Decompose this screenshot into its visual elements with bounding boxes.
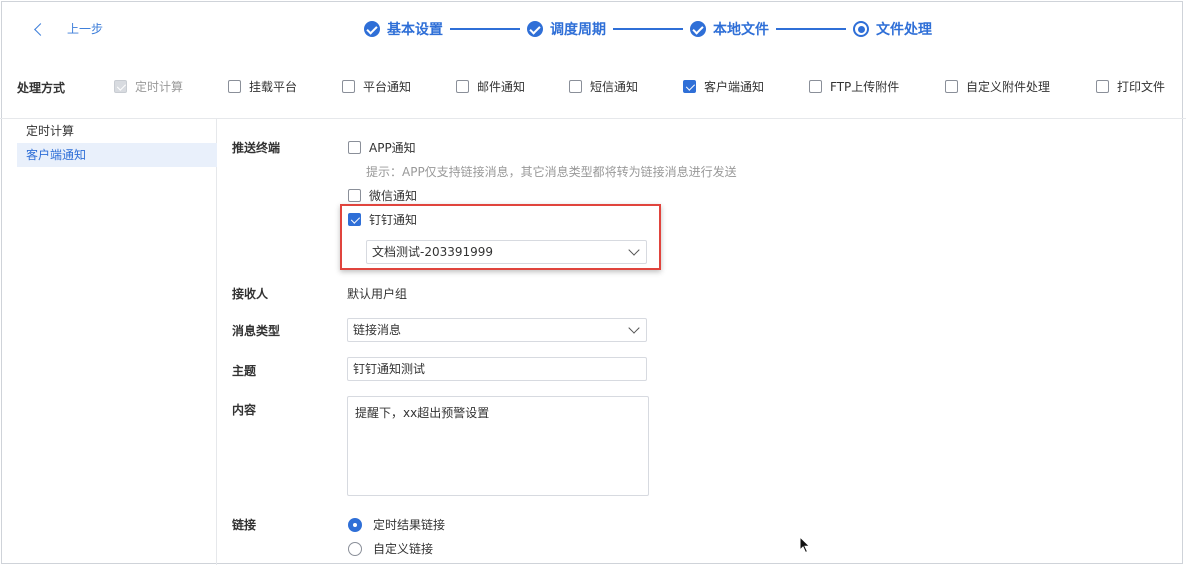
sidebar-item-client-notice[interactable]: 客户端通知 — [17, 143, 217, 167]
step-connector — [450, 28, 520, 30]
push-terminal-label: 推送终端 — [232, 141, 281, 155]
checkbox-email-notice[interactable]: 邮件通知 — [456, 78, 525, 95]
sidebar: 定时计算 客户端通知 — [0, 119, 217, 565]
receiver-value: 默认用户组 — [347, 287, 408, 301]
sidebar-item-scheduled-calc[interactable]: 定时计算 — [17, 119, 217, 143]
app-hint-text: 提示：APP仅支持链接消息，其它消息类型都将转为链接消息进行发送 — [366, 165, 737, 179]
step-schedule-cycle[interactable]: 调度周期 — [527, 19, 606, 39]
checkbox-label: 客户端通知 — [704, 80, 765, 94]
checkbox-label: 短信通知 — [590, 80, 639, 94]
checkbox-checked-icon — [683, 80, 696, 93]
checkbox-icon — [1096, 80, 1109, 93]
step-label: 文件处理 — [876, 22, 932, 38]
subject-input[interactable]: 钉钉通知测试 — [347, 357, 647, 381]
checkbox-custom-attachment[interactable]: 自定义附件处理 — [945, 78, 1050, 95]
checkbox-scheduled-calc[interactable]: 定时计算 — [114, 78, 183, 95]
radio-scheduled-result-link[interactable]: 定时结果链接 — [348, 516, 445, 533]
radio-icon — [348, 541, 362, 556]
checkbox-sms-notice[interactable]: 短信通知 — [569, 78, 638, 95]
checkbox-label: 打印文件 — [1117, 80, 1166, 94]
checkbox-print-file[interactable]: 打印文件 — [1096, 78, 1165, 95]
checkbox-app-notice[interactable]: APP通知 — [348, 139, 416, 156]
receiver-label: 接收人 — [232, 287, 269, 301]
subject-value: 钉钉通知测试 — [353, 362, 426, 376]
checkbox-icon — [348, 189, 361, 202]
step-connector — [613, 28, 683, 30]
checkbox-label: 微信通知 — [369, 189, 418, 203]
checkbox-label: APP通知 — [369, 141, 416, 155]
chevron-down-icon — [628, 244, 640, 256]
chevron-left-icon — [34, 22, 47, 36]
back-label: 上一步 — [67, 22, 104, 36]
checkbox-label: FTP上传附件 — [830, 80, 900, 94]
checkbox-client-notice[interactable]: 客户端通知 — [683, 78, 764, 95]
checkbox-label: 平台通知 — [363, 80, 412, 94]
content-label: 内容 — [232, 403, 257, 417]
radio-label: 自定义链接 — [373, 542, 434, 556]
check-circle-icon — [364, 21, 380, 37]
step-local-file[interactable]: 本地文件 — [690, 19, 769, 39]
checkbox-icon — [342, 80, 355, 93]
check-circle-icon — [527, 21, 543, 37]
checkbox-wechat-notice[interactable]: 微信通知 — [348, 187, 417, 204]
step-label: 本地文件 — [713, 22, 769, 38]
checkbox-label: 自定义附件处理 — [966, 80, 1051, 94]
link-label: 链接 — [232, 518, 257, 532]
dingtalk-group-select[interactable]: 文档测试-203391999 — [366, 240, 647, 264]
mouse-pointer-icon — [799, 536, 811, 554]
checkbox-platform-notice[interactable]: 平台通知 — [342, 78, 411, 95]
checkbox-label: 定时计算 — [135, 80, 184, 94]
radio-selected-icon — [348, 517, 362, 532]
check-circle-icon — [690, 21, 706, 37]
checkbox-icon — [945, 80, 958, 93]
current-step-icon — [853, 21, 869, 37]
processing-method-label: 处理方式 — [17, 81, 66, 95]
back-button[interactable]: 上一步 — [34, 20, 104, 37]
checkbox-checked-disabled-icon — [114, 80, 127, 93]
content-value: 提醒下，xx超出预警设置 — [355, 406, 490, 420]
checkbox-ftp-upload[interactable]: FTP上传附件 — [809, 78, 899, 95]
step-basic-settings[interactable]: 基本设置 — [364, 19, 443, 39]
message-type-label: 消息类型 — [232, 324, 281, 338]
message-type-select[interactable]: 链接消息 — [347, 318, 647, 342]
dingtalk-group-value: 文档测试-203391999 — [372, 245, 494, 259]
radio-custom-link[interactable]: 自定义链接 — [348, 540, 433, 557]
step-file-processing[interactable]: 文件处理 — [853, 19, 932, 39]
subject-label: 主题 — [232, 364, 257, 378]
step-progress: 基本设置 调度周期 本地文件 文件处理 — [364, 19, 932, 39]
checkbox-icon — [456, 80, 469, 93]
checkbox-icon — [348, 141, 361, 154]
message-type-value: 链接消息 — [353, 323, 402, 337]
checkbox-icon — [569, 80, 582, 93]
radio-label: 定时结果链接 — [373, 518, 446, 532]
checkbox-checked-icon — [348, 213, 361, 226]
content-textarea[interactable]: 提醒下，xx超出预警设置 — [347, 396, 649, 496]
checkbox-label: 邮件通知 — [477, 80, 526, 94]
step-label: 调度周期 — [550, 22, 606, 38]
checkbox-mount-platform[interactable]: 挂载平台 — [228, 78, 297, 95]
step-connector — [776, 28, 846, 30]
processing-method-row: 处理方式 定时计算 挂载平台 平台通知 邮件通知 短信通知 客户端通知 FTP上… — [0, 78, 1186, 96]
checkbox-icon — [228, 80, 241, 93]
checkbox-label: 钉钉通知 — [369, 213, 418, 227]
step-label: 基本设置 — [387, 22, 443, 38]
checkbox-label: 挂载平台 — [249, 80, 298, 94]
chevron-down-icon — [628, 322, 640, 334]
checkbox-icon — [809, 80, 822, 93]
checkbox-dingtalk-notice[interactable]: 钉钉通知 — [348, 211, 417, 228]
